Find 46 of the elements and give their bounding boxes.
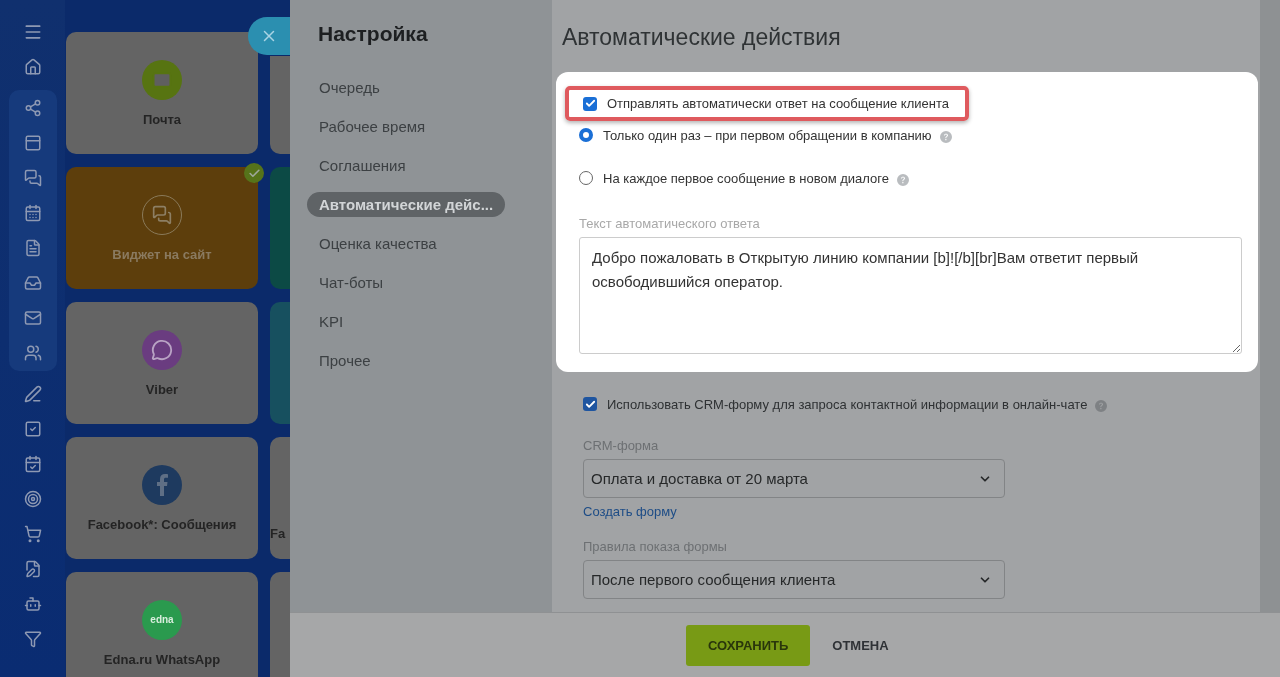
settings-title: Настройка [318, 22, 429, 46]
channel-tile[interactable]: Facebook*: Сообщения [66, 437, 258, 559]
rule-select[interactable]: После первого сообщения клиента [583, 560, 1005, 599]
channel-tile[interactable] [270, 572, 290, 677]
mail-icon [142, 59, 182, 100]
tile-label: Виджет на сайт [112, 246, 212, 262]
phone-bubble-icon [142, 329, 182, 370]
nav-item[interactable]: KPI [307, 309, 356, 334]
tile-label: Viber [145, 381, 179, 397]
nav-item[interactable]: Автоматические дейс... [307, 192, 506, 217]
tile-label: Почта [142, 111, 182, 127]
channel-tile[interactable] [270, 167, 290, 289]
checkbox[interactable] [583, 96, 597, 111]
channel-tile[interactable] [270, 56, 290, 154]
create-form-link[interactable]: Создать форму [583, 504, 677, 519]
nav-item[interactable]: Чат-боты [307, 270, 396, 295]
radio-label: Только один раз – при первом обращении в компанию [603, 127, 932, 143]
radio-label: На каждое первое сообщение в новом диалоге [603, 170, 889, 186]
channel-tile[interactable]: Виджет на сайт [66, 167, 258, 289]
radio-button[interactable] [579, 171, 593, 185]
channel-tile[interactable]: Viber [66, 302, 258, 424]
nav-item[interactable]: Оценка качества [307, 231, 449, 256]
edna-logo: edna [142, 599, 182, 640]
checkbox-label: Отправлять автоматически ответ на сообщение клиента [607, 96, 949, 111]
facebook-icon [142, 464, 182, 505]
nav-item[interactable]: Рабочее время [307, 114, 438, 139]
tile-label: Edna.ru WhatsApp [103, 651, 221, 667]
reply-text-field[interactable]: Добро пожаловать в Открытую линию компании [b]![/b][br]Вам ответит первый освободившийся оператор. [579, 237, 1242, 354]
checkbox-label: Использовать CRM-форму для запроса контактной информации в онлайн-чате [607, 396, 1088, 412]
field-label: Текст автоматического ответа [579, 216, 761, 231]
section-heading: Автоматические действия [562, 24, 842, 51]
save-button[interactable]: СОХРАНИТЬ [686, 624, 811, 666]
close-button[interactable] [248, 17, 290, 55]
radio-button[interactable] [579, 128, 593, 142]
cancel-button[interactable]: ОТМЕНА [828, 633, 893, 657]
form-select[interactable]: Оплата и доставка от 20 марта [583, 459, 1005, 498]
tile-label: Facebook*: Сообщения [87, 516, 237, 532]
channel-tile[interactable] [270, 302, 290, 424]
nav-item[interactable]: Соглашения [307, 153, 418, 178]
checkbox[interactable] [583, 397, 597, 411]
channel-tile[interactable]: edna Edna.ru WhatsApp [66, 572, 258, 677]
tile-label: Fa [270, 525, 286, 541]
channel-tile[interactable]: Fa [270, 437, 290, 559]
nav-item[interactable]: Прочее [307, 348, 383, 373]
nav-item[interactable]: Очередь [307, 75, 392, 100]
channel-tile[interactable]: Почта [66, 32, 258, 154]
